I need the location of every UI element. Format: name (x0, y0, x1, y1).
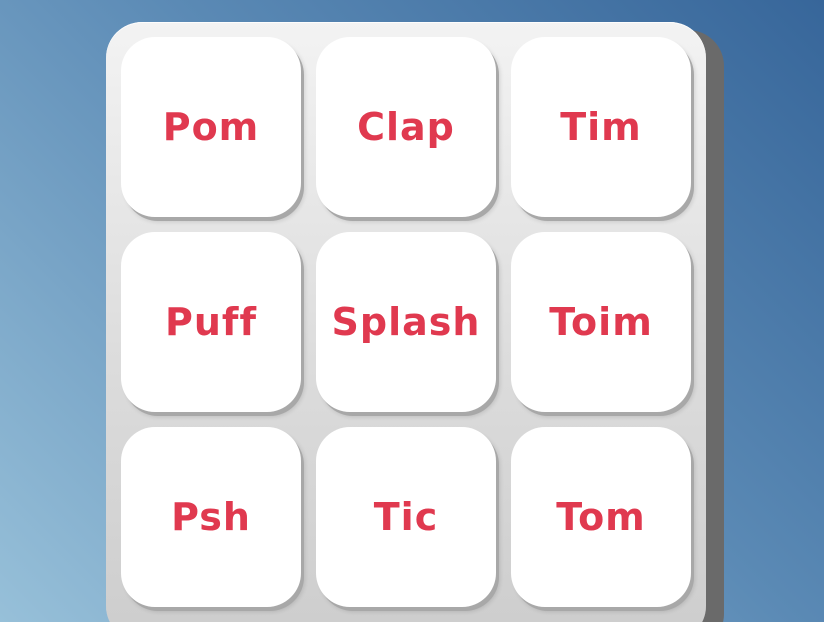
pad-label: Splash (331, 300, 481, 344)
drum-machine: Pom Clap Tim Puff Splash Toim Psh Tic To… (106, 22, 706, 622)
pad-tic[interactable]: Tic (316, 427, 496, 607)
pad-toim[interactable]: Toim (511, 232, 691, 412)
pad-puff[interactable]: Puff (121, 232, 301, 412)
pad-tom[interactable]: Tom (511, 427, 691, 607)
pad-grid: Pom Clap Tim Puff Splash Toim Psh Tic To… (121, 37, 691, 607)
pad-label: Clap (357, 105, 455, 149)
pad-label: Tim (560, 105, 642, 149)
pad-label: Psh (171, 495, 251, 539)
pad-tim[interactable]: Tim (511, 37, 691, 217)
pad-label: Tic (373, 495, 439, 539)
pad-clap[interactable]: Clap (316, 37, 496, 217)
pad-label: Pom (162, 105, 260, 149)
pad-label: Puff (165, 300, 257, 344)
pad-pom[interactable]: Pom (121, 37, 301, 217)
pad-splash[interactable]: Splash (316, 232, 496, 412)
pad-label: Toim (549, 300, 653, 344)
pad-psh[interactable]: Psh (121, 427, 301, 607)
pad-label: Tom (556, 495, 646, 539)
